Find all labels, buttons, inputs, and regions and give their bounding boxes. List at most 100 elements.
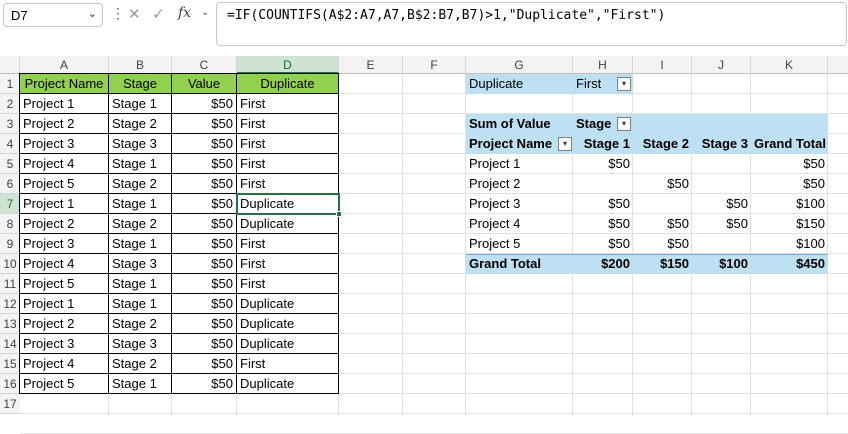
- table-cell[interactable]: Stage 1: [108, 293, 172, 314]
- table-cell[interactable]: $50: [171, 133, 237, 154]
- table-cell[interactable]: Project 4: [19, 253, 109, 274]
- row-header-15[interactable]: 15: [0, 354, 20, 374]
- chevron-down-icon[interactable]: ⌄: [201, 7, 209, 18]
- table-cell[interactable]: $50: [171, 253, 237, 274]
- row-header-11[interactable]: 11: [0, 274, 20, 294]
- table-cell[interactable]: $50: [171, 213, 237, 234]
- table-cell[interactable]: $50: [171, 313, 237, 334]
- row-header-3[interactable]: 3: [0, 114, 20, 134]
- pivot-value-cell[interactable]: $50: [692, 214, 751, 234]
- table-cell[interactable]: Duplicate: [236, 313, 339, 334]
- table-cell[interactable]: $50: [171, 273, 237, 294]
- pivot-grand-total-value[interactable]: $100: [692, 254, 751, 274]
- filter-applied-icon[interactable]: ▾: [617, 77, 631, 91]
- cancel-icon[interactable]: ✕: [128, 5, 141, 23]
- table-cell[interactable]: First: [236, 153, 339, 174]
- row-header-8[interactable]: 8: [0, 214, 20, 234]
- table-cell[interactable]: Stage 3: [108, 333, 172, 354]
- table-cell[interactable]: First: [236, 133, 339, 154]
- fx-icon[interactable]: fx: [178, 5, 191, 21]
- column-header-b[interactable]: B: [109, 56, 172, 74]
- table-cell[interactable]: Duplicate: [236, 213, 339, 234]
- table-cell[interactable]: Project 2: [19, 113, 109, 134]
- table-cell[interactable]: Project 1: [19, 193, 109, 214]
- table-cell[interactable]: Stage 3: [108, 253, 172, 274]
- pivot-value-cell[interactable]: [692, 154, 751, 174]
- table-cell[interactable]: Project 2: [19, 313, 109, 334]
- stage-filter-dropdown-icon[interactable]: ▾: [617, 117, 631, 131]
- table-cell[interactable]: Project 5: [19, 373, 109, 394]
- column-header-d[interactable]: D: [237, 56, 339, 74]
- table-cell[interactable]: $50: [171, 93, 237, 114]
- row-header-4[interactable]: 4: [0, 134, 20, 154]
- row-header-5[interactable]: 5: [0, 154, 20, 174]
- table-cell[interactable]: Stage 1: [108, 273, 172, 294]
- enter-icon[interactable]: ✓: [152, 5, 165, 23]
- row-header-13[interactable]: 13: [0, 314, 20, 334]
- table-cell[interactable]: Duplicate: [236, 293, 339, 314]
- table-cell[interactable]: Duplicate: [236, 373, 339, 394]
- pivot-value-cell[interactable]: $150: [751, 214, 828, 234]
- pivot-value-cell[interactable]: $50: [633, 174, 692, 194]
- pivot-value-cell[interactable]: $50: [692, 194, 751, 214]
- table-cell[interactable]: First: [236, 173, 339, 194]
- table-cell[interactable]: $50: [171, 233, 237, 254]
- table-cell[interactable]: Duplicate: [236, 333, 339, 354]
- column-header-e[interactable]: E: [339, 56, 403, 74]
- pivot-value-cell[interactable]: $100: [751, 234, 828, 254]
- table-cell[interactable]: $50: [171, 153, 237, 174]
- table-cell[interactable]: First: [236, 93, 339, 114]
- pivot-value-cell[interactable]: $100: [751, 194, 828, 214]
- column-header-h[interactable]: H: [573, 56, 633, 74]
- table-cell[interactable]: $50: [171, 353, 237, 374]
- table-cell[interactable]: First: [236, 273, 339, 294]
- table-cell[interactable]: $50: [171, 373, 237, 394]
- formula-input[interactable]: =IF(COUNTIFS(A$2:A7,A7,B$2:B7,B7)>1,"Dup…: [216, 2, 847, 46]
- row-header-16[interactable]: 16: [0, 374, 20, 394]
- pivot-value-cell[interactable]: [633, 154, 692, 174]
- table-cell[interactable]: $50: [171, 173, 237, 194]
- table-cell[interactable]: Project 3: [19, 233, 109, 254]
- chevron-down-icon[interactable]: ⌄: [88, 7, 97, 20]
- table-cell[interactable]: Project 1: [19, 293, 109, 314]
- table-cell[interactable]: Stage 1: [108, 233, 172, 254]
- pivot-value-cell[interactable]: $50: [751, 174, 828, 194]
- pivot-value-cell[interactable]: $50: [573, 214, 633, 234]
- pivot-value-cell[interactable]: $50: [573, 154, 633, 174]
- row-header-10[interactable]: 10: [0, 254, 20, 274]
- column-header-j[interactable]: J: [692, 56, 751, 74]
- table-cell[interactable]: Stage 1: [108, 93, 172, 114]
- table-header-value[interactable]: Value: [171, 73, 237, 94]
- table-cell[interactable]: Project 1: [19, 93, 109, 114]
- pivot-value-cell[interactable]: [633, 194, 692, 214]
- table-cell[interactable]: Project 4: [19, 153, 109, 174]
- pivot-value-cell[interactable]: $50: [573, 194, 633, 214]
- pivot-value-cell[interactable]: [692, 174, 751, 194]
- table-cell[interactable]: Stage 2: [108, 313, 172, 334]
- pivot-grand-total-value[interactable]: $150: [633, 254, 692, 274]
- table-cell[interactable]: Project 3: [19, 133, 109, 154]
- table-header-project-name[interactable]: Project Name: [19, 73, 109, 94]
- column-header-c[interactable]: C: [172, 56, 237, 74]
- pivot-value-cell[interactable]: $50: [573, 234, 633, 254]
- table-cell[interactable]: $50: [171, 333, 237, 354]
- row-header-6[interactable]: 6: [0, 174, 20, 194]
- table-cell[interactable]: Project 3: [19, 333, 109, 354]
- select-all-corner[interactable]: [0, 56, 20, 74]
- table-header-stage[interactable]: Stage: [108, 73, 172, 94]
- table-cell[interactable]: Stage 2: [108, 353, 172, 374]
- column-header-f[interactable]: F: [403, 56, 466, 74]
- table-cell[interactable]: Stage 2: [108, 173, 172, 194]
- table-cell[interactable]: Stage 3: [108, 133, 172, 154]
- table-cell[interactable]: Stage 1: [108, 373, 172, 394]
- pivot-value-cell[interactable]: [573, 174, 633, 194]
- pivot-value-cell[interactable]: $50: [633, 234, 692, 254]
- pivot-row-label[interactable]: Project 1: [466, 154, 573, 174]
- project-filter-dropdown-icon[interactable]: ▾: [558, 137, 572, 151]
- table-cell[interactable]: Stage 1: [108, 153, 172, 174]
- row-header-9[interactable]: 9: [0, 234, 20, 254]
- pivot-grand-total-value[interactable]: $200: [573, 254, 633, 274]
- table-cell[interactable]: Project 5: [19, 273, 109, 294]
- row-header-14[interactable]: 14: [0, 334, 20, 354]
- table-cell[interactable]: First: [236, 253, 339, 274]
